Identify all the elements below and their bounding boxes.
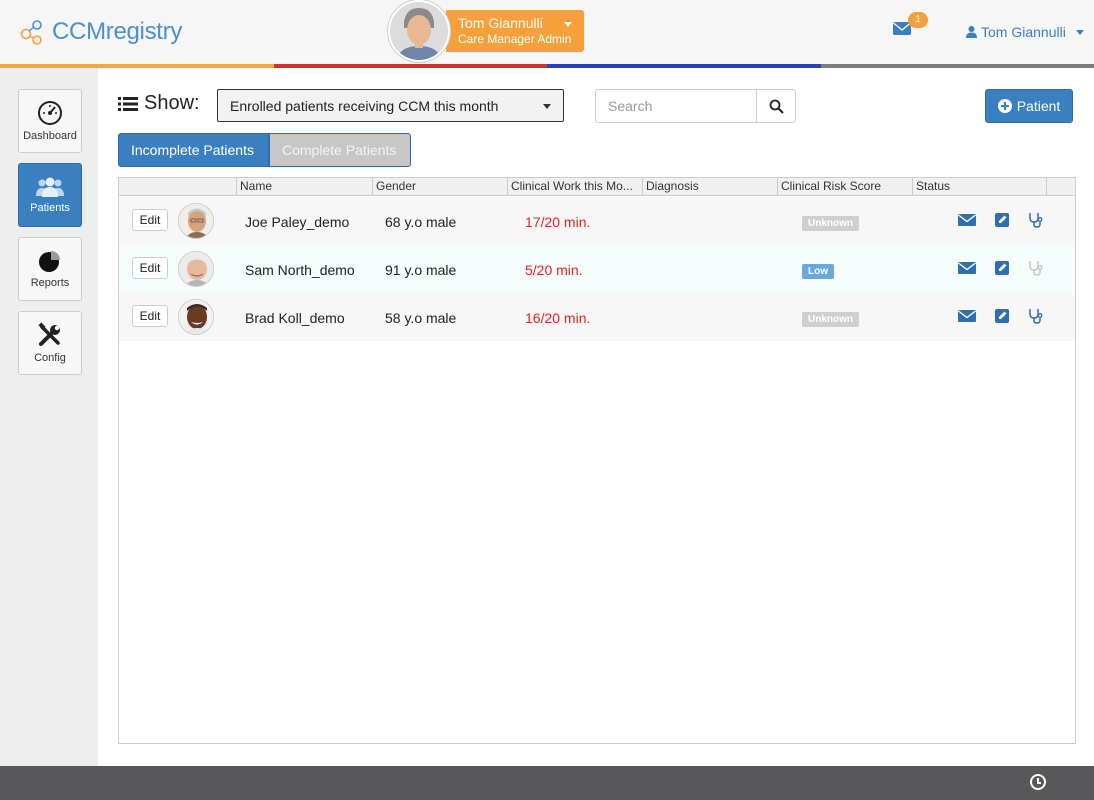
edit-icon[interactable] — [994, 308, 1012, 324]
patient-tabs: Incomplete Patients Complete Patients — [118, 133, 411, 167]
sidebar-item-label: Config — [34, 352, 66, 364]
patient-avatar — [178, 251, 214, 287]
search-icon — [769, 99, 784, 114]
mail-icon[interactable] — [958, 308, 976, 324]
show-label-text: Show: — [144, 92, 200, 114]
sidebar-item-label: Dashboard — [23, 130, 77, 142]
patient-avatar — [178, 203, 214, 239]
top-header: CCMregistry Tom Giannulli Care Manager A… — [0, 0, 1094, 64]
patient-filter-select[interactable]: Enrolled patients receiving CCM this mon… — [217, 89, 564, 122]
column-header-actions — [119, 178, 237, 196]
stethoscope-icon[interactable] — [1027, 260, 1045, 276]
search-input[interactable]: Search — [595, 89, 757, 123]
stethoscope-icon[interactable] — [1027, 308, 1045, 324]
sidebar-item-config[interactable]: Config — [18, 311, 82, 375]
table-row[interactable]: Edit Brad Koll_demo 58 y.o male 16/20 mi… — [119, 293, 1075, 341]
chevron-down-icon — [564, 22, 572, 27]
patient-name: Sam North_demo — [245, 262, 355, 278]
add-patient-label: Patient — [1016, 98, 1061, 114]
tab-complete-patients[interactable]: Complete Patients — [269, 133, 411, 167]
column-header-risk-score[interactable]: Clinical Risk Score — [778, 178, 913, 196]
list-icon — [118, 96, 138, 111]
tools-icon — [38, 322, 60, 346]
add-patient-button[interactable]: Patient — [985, 89, 1073, 123]
stethoscope-icon[interactable] — [1027, 212, 1045, 228]
clock-icon[interactable] — [1030, 774, 1046, 790]
patient-gender: 58 y.o male — [385, 310, 457, 326]
mail-icon[interactable] — [958, 260, 976, 276]
sidebar-item-patients[interactable]: Patients — [18, 163, 82, 227]
risk-badge: Low — [802, 264, 834, 279]
edit-button[interactable]: Edit — [132, 257, 168, 279]
users-icon — [36, 177, 64, 197]
select-value: Enrolled patients receiving CCM this mon… — [230, 98, 499, 114]
sidebar-item-reports[interactable]: Reports — [18, 237, 82, 301]
patient-name: Joe Paley_demo — [245, 214, 350, 230]
user-role: Care Manager Admin — [458, 32, 572, 46]
chevron-down-icon — [543, 104, 551, 109]
notification-badge: 1 — [908, 12, 928, 28]
edit-icon[interactable] — [994, 260, 1012, 276]
sidebar-item-label: Reports — [30, 277, 70, 289]
edit-button[interactable]: Edit — [132, 209, 168, 231]
sidebar: Dashboard Patients Reports Config — [0, 68, 98, 766]
column-header-gender[interactable]: Gender — [373, 178, 508, 196]
clinical-work: 16/20 min. — [525, 310, 591, 326]
user-avatar — [388, 0, 450, 62]
mail-icon[interactable] — [958, 212, 976, 228]
logo-nodes-icon — [20, 20, 42, 45]
patient-table: Name Gender Clinical Work this Mo... Dia… — [118, 177, 1076, 744]
edit-button[interactable]: Edit — [132, 305, 168, 327]
patient-name: Brad Koll_demo — [245, 310, 345, 326]
column-header-extra — [1047, 178, 1075, 196]
clinical-work: 5/20 min. — [525, 262, 583, 278]
user-name: Tom Giannulli — [458, 15, 543, 31]
user-menu-label: Tom Giannulli — [981, 24, 1066, 40]
column-header-clinical-work[interactable]: Clinical Work this Mo... — [508, 178, 643, 196]
plus-circle-icon — [997, 99, 1012, 113]
search-button[interactable] — [756, 89, 796, 123]
patient-gender: 68 y.o male — [385, 214, 457, 230]
column-header-name[interactable]: Name — [237, 178, 373, 196]
table-row[interactable]: Edit Joe Paley_demo 68 y.o male 17/20 mi… — [119, 197, 1075, 245]
speedometer-icon — [38, 101, 62, 125]
chevron-down-icon — [1075, 29, 1084, 35]
patient-gender: 91 y.o male — [385, 262, 457, 278]
patient-avatar — [178, 299, 214, 335]
sidebar-item-label: Patients — [30, 202, 70, 214]
risk-badge: Unknown — [802, 216, 859, 231]
column-header-status[interactable]: Status — [913, 178, 1047, 196]
pie-chart-icon — [39, 251, 60, 272]
current-user-card[interactable]: Tom Giannulli Care Manager Admin — [388, 0, 584, 62]
risk-badge: Unknown — [802, 312, 859, 327]
clinical-work: 17/20 min. — [525, 214, 591, 230]
user-menu[interactable]: Tom Giannulli — [966, 24, 1084, 40]
show-filter-label: Show: — [118, 92, 200, 115]
table-row[interactable]: Edit Sam North_demo 91 y.o male 5/20 min… — [119, 245, 1075, 293]
sidebar-item-dashboard[interactable]: Dashboard — [18, 89, 82, 153]
logo[interactable]: CCMregistry — [20, 18, 182, 46]
tab-incomplete-patients[interactable]: Incomplete Patients — [118, 133, 269, 167]
edit-icon[interactable] — [994, 212, 1012, 228]
user-icon — [966, 26, 977, 38]
user-role-dropdown[interactable]: Tom Giannulli Care Manager Admin — [446, 10, 584, 52]
table-header: Name Gender Clinical Work this Mo... Dia… — [119, 178, 1075, 196]
brand-name: CCMregistry — [52, 18, 183, 45]
footer-bar — [0, 766, 1094, 800]
main-content: Show: Enrolled patients receiving CCM th… — [98, 68, 1094, 766]
column-header-diagnosis[interactable]: Diagnosis — [643, 178, 778, 196]
